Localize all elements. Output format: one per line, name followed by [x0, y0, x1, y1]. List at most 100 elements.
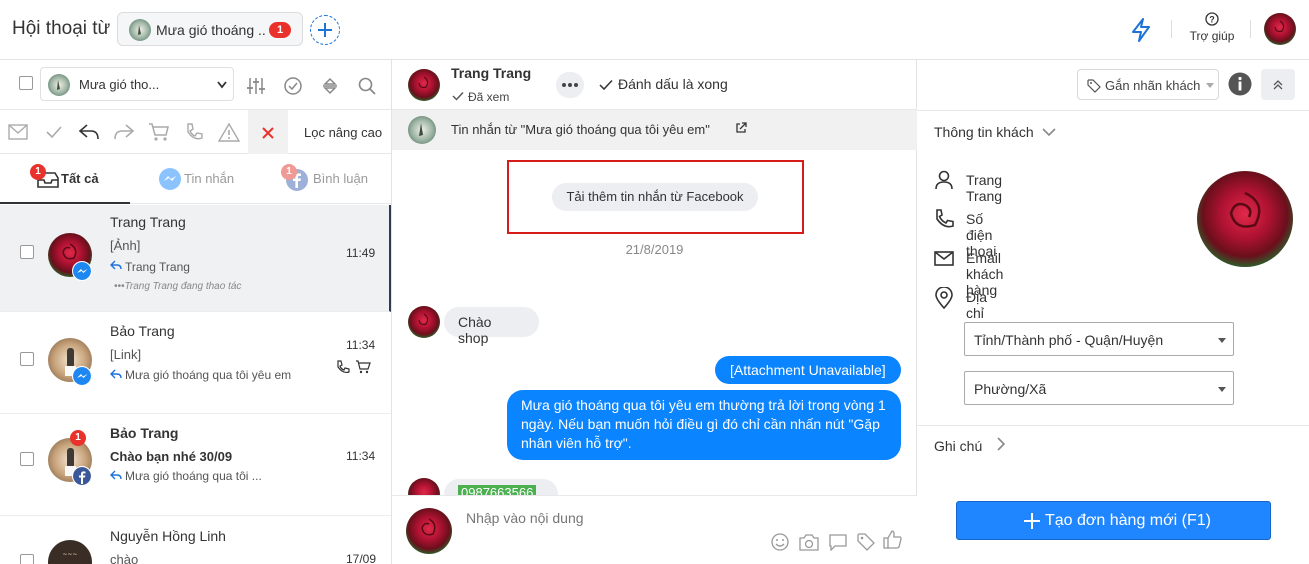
- svg-text:~~~: ~~~: [62, 551, 77, 558]
- message-bubble-outgoing: [Attachment Unavailable]: [715, 356, 901, 384]
- customer-name[interactable]: Trang Trang: [966, 172, 1002, 204]
- conversation-checkbox[interactable]: [20, 554, 34, 564]
- tag-customer-select[interactable]: Gắn nhãn khách: [1077, 69, 1219, 100]
- lightning-icon[interactable]: [1129, 17, 1153, 43]
- page-chip[interactable]: Mưa gió thoáng .. 1: [117, 12, 303, 46]
- contact-name: Bảo Trang: [110, 323, 175, 339]
- info-icon[interactable]: [1228, 72, 1252, 96]
- tab-all-badge: 1: [30, 164, 46, 180]
- app-title: Hội thoại từ: [12, 18, 111, 39]
- chevron-down-icon[interactable]: [1042, 128, 1056, 137]
- help-button[interactable]: ? Trợ giúp: [1184, 12, 1240, 52]
- conversation-item[interactable]: 1 Bảo Trang Chào bạn nhé 30/09 Mưa gió t…: [0, 414, 391, 516]
- phone-icon: [337, 360, 350, 374]
- cart-icon[interactable]: [148, 122, 170, 142]
- messenger-icon: [72, 261, 92, 281]
- tab-all[interactable]: 1 Tất cả: [0, 154, 130, 204]
- unread-badge: 1: [70, 430, 86, 446]
- conversation-item[interactable]: Trang Trang [Ảnh] Trang Trang •••Trang T…: [0, 205, 391, 312]
- contact-avatar: ~~~: [48, 540, 92, 564]
- ward-select[interactable]: Phường/Xã: [964, 371, 1234, 405]
- check-icon[interactable]: [44, 124, 64, 140]
- mark-done-button[interactable]: Đánh dấu là xong: [618, 76, 728, 92]
- message-time: 11:49: [346, 246, 376, 260]
- like-icon[interactable]: [883, 530, 902, 549]
- tag-customer-label: Gắn nhãn khách: [1105, 78, 1201, 93]
- province-district-select[interactable]: Tỉnh/Thành phố - Quận/Huyện: [964, 322, 1234, 356]
- messenger-icon: [72, 366, 92, 386]
- date-separator: 21/8/2019: [625, 242, 684, 257]
- last-reply: Mưa gió thoáng qua tôi yêu em: [125, 368, 292, 382]
- conversation-item[interactable]: Bảo Trang [Link] Mưa gió thoáng qua tôi …: [0, 312, 391, 414]
- contact-name: Nguyễn Hồng Linh: [110, 528, 226, 544]
- facebook-icon: [72, 466, 92, 486]
- ward-label: Phường/Xã: [974, 381, 1047, 397]
- contact-name: Bảo Trang: [110, 425, 179, 441]
- cart-icon: [356, 360, 371, 374]
- more-options-button[interactable]: [556, 72, 584, 98]
- forward-icon[interactable]: [113, 122, 135, 142]
- caret-down-icon: [1218, 387, 1226, 392]
- mail-icon[interactable]: [8, 124, 28, 140]
- page-avatar: [408, 116, 436, 144]
- last-reply: Trang Trang: [125, 260, 190, 274]
- note-section-label[interactable]: Ghi chú: [934, 438, 982, 454]
- customer-info-title[interactable]: Thông tin khách: [934, 124, 1034, 140]
- plus-icon: [318, 23, 332, 37]
- check-circle-icon[interactable]: [283, 76, 303, 96]
- quick-reply-icon[interactable]: [829, 534, 847, 551]
- sort-icon[interactable]: [320, 76, 340, 96]
- search-icon[interactable]: [357, 76, 377, 96]
- plus-icon: [1024, 513, 1040, 529]
- conversation-checkbox[interactable]: [20, 245, 34, 259]
- tab-comments[interactable]: 1 Bình luận: [260, 154, 391, 204]
- conversation-panel: Mưa gió tho... Lọc nâng cao 1 Tất cả Tin…: [0, 60, 392, 564]
- sliders-icon[interactable]: [246, 76, 266, 96]
- customer-panel: Gắn nhãn khách Thông tin khách Trang Tra…: [917, 60, 1309, 564]
- conversation-checkbox[interactable]: [20, 352, 34, 366]
- phone-icon[interactable]: [184, 122, 204, 142]
- collapse-button[interactable]: [1261, 69, 1295, 100]
- message-time: 11:34: [346, 449, 376, 463]
- message-time: 11:34: [346, 338, 376, 352]
- help-icon: ?: [1205, 12, 1219, 26]
- load-more-messages-button[interactable]: Tải thêm tin nhắn từ Facebook: [552, 183, 758, 211]
- contact-avatar[interactable]: [408, 69, 440, 101]
- tab-messages[interactable]: Tin nhắn: [130, 154, 260, 204]
- camera-icon[interactable]: [799, 534, 819, 551]
- chat-header: Trang Trang Đã xem Đánh dấu là xong: [392, 60, 917, 110]
- page-avatar: [48, 74, 70, 96]
- advanced-filter-button[interactable]: Lọc nâng cao: [304, 125, 382, 140]
- page-select[interactable]: Mưa gió tho...: [40, 67, 234, 101]
- add-page-button[interactable]: [310, 15, 340, 45]
- page-chip-label: Mưa gió thoáng ..: [156, 22, 266, 38]
- chevron-down-icon: [217, 81, 227, 89]
- reply-icon: [110, 470, 122, 480]
- user-avatar[interactable]: [1264, 13, 1296, 45]
- close-filter-button[interactable]: [248, 110, 288, 154]
- conversation-checkbox[interactable]: [20, 452, 34, 466]
- emoji-icon[interactable]: [771, 533, 789, 551]
- select-all-checkbox[interactable]: [19, 76, 33, 90]
- external-link-icon[interactable]: [735, 122, 747, 134]
- tab-all-label: Tất cả: [61, 171, 99, 186]
- page-select-label: Mưa gió tho...: [79, 77, 160, 92]
- chevron-right-icon[interactable]: [997, 437, 1005, 451]
- tag-icon[interactable]: [857, 533, 875, 551]
- reply-icon[interactable]: [78, 122, 100, 142]
- warning-icon[interactable]: [218, 122, 240, 142]
- conversation-item[interactable]: ~~~ Nguyễn Hồng Linh chào 17/09: [0, 516, 391, 564]
- message-preview: [Ảnh]: [110, 238, 141, 253]
- create-order-button[interactable]: Tạo đơn hàng mới (F1): [956, 501, 1271, 540]
- help-label: Trợ giúp: [1189, 29, 1235, 43]
- message-input[interactable]: Nhập vào nội dung: [466, 510, 584, 526]
- page-avatar: [406, 508, 452, 554]
- customer-email-row: Email khách hàng: [934, 248, 1003, 298]
- customer-address[interactable]: Địa chỉ: [966, 289, 987, 321]
- top-bar: Hội thoại từ Mưa gió thoáng .. 1 ? Trợ g…: [0, 0, 1309, 60]
- double-chevron-up-icon: [1273, 80, 1283, 90]
- close-icon: [262, 127, 274, 139]
- seen-status: Đã xem: [468, 90, 510, 104]
- messenger-icon: [159, 168, 181, 190]
- chat-panel: Trang Trang Đã xem Đánh dấu là xong Tin …: [392, 60, 917, 564]
